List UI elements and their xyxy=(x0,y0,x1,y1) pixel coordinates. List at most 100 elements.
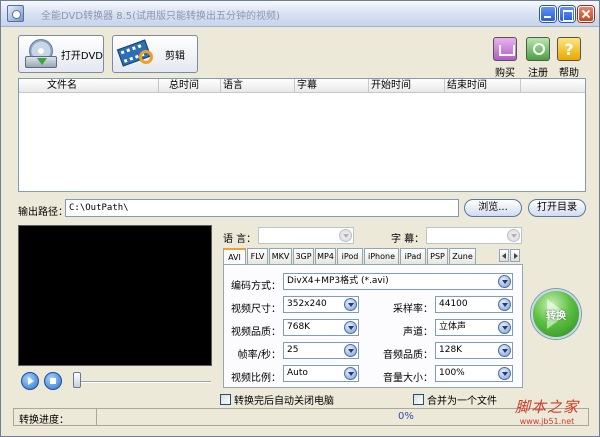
app-icon xyxy=(7,5,24,22)
help-label: 帮助 xyxy=(559,68,579,79)
film-scissors-icon xyxy=(116,38,161,70)
register-icon xyxy=(526,37,550,61)
sample-rate-select[interactable]: 44100 xyxy=(435,296,513,313)
buy-button[interactable]: 购买 xyxy=(490,37,520,79)
tab-mp4[interactable]: MP4 xyxy=(315,248,336,264)
channel-value: 立体声 xyxy=(439,322,467,332)
fps-select[interactable]: 25 xyxy=(283,342,359,359)
progress-percent: 0% xyxy=(398,411,414,422)
fps-value: 25 xyxy=(287,345,299,355)
open-dvd-label: 打开DVD xyxy=(60,50,103,62)
column-header-subtitle[interactable]: 字幕 xyxy=(295,79,369,93)
file-list[interactable]: 文件名 总时间 语言 字幕 开始时间 结束时间 xyxy=(18,78,586,192)
buy-label: 购买 xyxy=(495,68,515,79)
subtitle-label: 字 幕： xyxy=(391,234,425,245)
tab-scroll-left-button[interactable] xyxy=(499,249,509,262)
seek-track[interactable] xyxy=(75,381,211,383)
dvd-drive-icon xyxy=(23,38,57,70)
tab-ipad[interactable]: iPad xyxy=(400,248,426,264)
status-divider xyxy=(96,409,97,425)
watermark: 脚本之家 www.jb51.net xyxy=(497,396,597,426)
video-size-select[interactable]: 352x240 xyxy=(283,296,359,313)
chevron-down-icon xyxy=(507,229,520,242)
aspect-ratio-value: Auto xyxy=(287,368,308,378)
video-size-label: 视频尺寸： xyxy=(231,304,281,315)
tab-psp[interactable]: PSP xyxy=(427,248,448,264)
video-quality-value: 768K xyxy=(287,322,311,332)
video-quality-label: 视频品质： xyxy=(231,327,281,338)
sample-rate-value: 44100 xyxy=(439,299,468,309)
channel-select[interactable]: 立体声 xyxy=(435,319,513,336)
chevron-down-icon xyxy=(498,275,511,288)
audio-quality-value: 128K xyxy=(439,345,463,355)
codec-value: DivX4+MP3格式 (*.avi) xyxy=(287,276,389,286)
minimize-button[interactable] xyxy=(540,6,556,22)
language-label: 语 言： xyxy=(223,234,257,245)
chevron-down-icon xyxy=(344,298,357,311)
column-header-start-time[interactable]: 开始时间 xyxy=(369,79,445,93)
tab-3gp[interactable]: 3GP xyxy=(293,248,314,264)
chevron-down-icon xyxy=(498,298,511,311)
subtitle-select[interactable] xyxy=(426,227,522,244)
title-bar[interactable]: 全能DVD转换器 8.5(试用版只能转换出五分钟的视频) xyxy=(1,1,599,27)
channel-label: 声道： xyxy=(403,327,433,338)
browse-button[interactable]: 浏览... xyxy=(464,199,522,217)
edit-label: 剪辑 xyxy=(165,50,185,62)
help-icon xyxy=(557,37,581,61)
watermark-text: 脚本之家 xyxy=(514,398,579,416)
watermark-url: www.jb51.net xyxy=(519,417,575,426)
chevron-down-icon xyxy=(344,344,357,357)
convert-button[interactable]: 转换 xyxy=(531,289,581,339)
format-tabs: AVI FLV MKV 3GP MP4 iPod iPhone iPad PSP… xyxy=(223,248,477,265)
tab-zune[interactable]: Zune xyxy=(449,248,476,264)
tab-iphone[interactable]: iPhone xyxy=(364,248,399,264)
play-button[interactable] xyxy=(21,372,39,390)
progress-label: 转换进度： xyxy=(19,415,69,426)
window-title: 全能DVD转换器 8.5(试用版只能转换出五分钟的视频) xyxy=(41,11,280,22)
chevron-down-icon xyxy=(339,229,352,242)
column-header-language[interactable]: 语言 xyxy=(221,79,295,93)
open-directory-button[interactable]: 打开目录 xyxy=(528,199,586,217)
sample-rate-label: 采样率： xyxy=(393,304,433,315)
merge-into-one-file-checkbox[interactable]: 合并为一个文件 xyxy=(413,392,497,407)
column-header-end-time[interactable]: 结束时间 xyxy=(445,79,521,93)
close-button[interactable] xyxy=(578,6,594,22)
shutdown-after-convert-label: 转换完后自动关闭电脑 xyxy=(234,396,334,407)
volume-label: 音量大小： xyxy=(383,373,433,384)
seek-slider-thumb[interactable] xyxy=(73,372,81,388)
register-button[interactable]: 注册 xyxy=(523,37,553,79)
video-size-value: 352x240 xyxy=(287,299,327,309)
checkbox-box[interactable] xyxy=(220,394,231,405)
tab-ipod[interactable]: iPod xyxy=(337,248,363,264)
audio-quality-select[interactable]: 128K xyxy=(435,342,513,359)
language-select[interactable] xyxy=(258,227,354,244)
open-dvd-button[interactable]: 打开DVD xyxy=(18,35,104,73)
volume-value: 100% xyxy=(439,368,465,378)
stop-button[interactable] xyxy=(44,372,62,390)
tab-mkv[interactable]: MKV xyxy=(269,248,292,264)
chevron-down-icon xyxy=(344,367,357,380)
chevron-down-icon xyxy=(498,367,511,380)
edit-button[interactable]: 剪辑 xyxy=(112,35,198,73)
codec-select[interactable]: DivX4+MP3格式 (*.avi) xyxy=(283,273,513,290)
column-header-filename[interactable]: 文件名 xyxy=(19,79,159,93)
shutdown-after-convert-checkbox[interactable]: 转换完后自动关闭电脑 xyxy=(220,392,334,407)
cart-icon xyxy=(493,37,517,61)
tab-avi[interactable]: AVI xyxy=(223,248,246,265)
tab-flv[interactable]: FLV xyxy=(247,248,268,264)
output-path-input[interactable]: C:\OutPath\ xyxy=(65,199,459,217)
codec-label: 编码方式： xyxy=(231,281,281,292)
output-path-label: 输出路径： xyxy=(18,207,68,218)
volume-select[interactable]: 100% xyxy=(435,365,513,382)
tab-scroll-right-button[interactable] xyxy=(510,249,520,262)
video-quality-select[interactable]: 768K xyxy=(283,319,359,336)
column-header-total-time[interactable]: 总时间 xyxy=(159,79,221,93)
checkbox-box[interactable] xyxy=(413,394,424,405)
maximize-button[interactable] xyxy=(559,6,575,22)
file-list-header: 文件名 总时间 语言 字幕 开始时间 结束时间 xyxy=(19,79,585,93)
register-label: 注册 xyxy=(528,68,548,79)
aspect-ratio-label: 视频比例： xyxy=(231,373,281,384)
main-window: 全能DVD转换器 8.5(试用版只能转换出五分钟的视频) 打开DVD 剪辑 购买… xyxy=(0,0,600,437)
aspect-ratio-select[interactable]: Auto xyxy=(283,365,359,382)
help-button[interactable]: 帮助 xyxy=(554,37,584,79)
